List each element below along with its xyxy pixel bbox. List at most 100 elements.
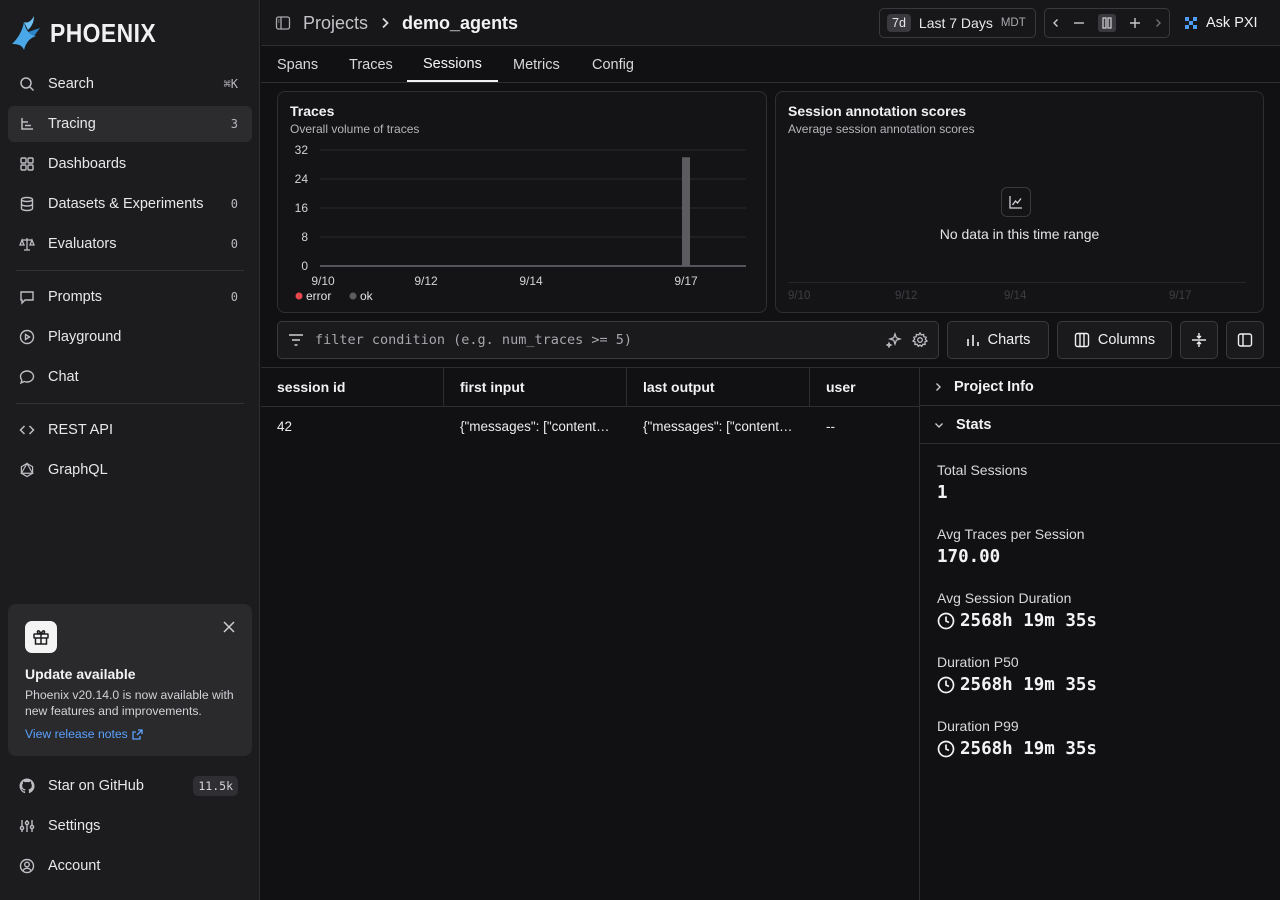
sidebar-toggle-icon[interactable] (275, 15, 291, 31)
cell-last-output-text: {"messages": ["content": "… (643, 418, 795, 434)
breadcrumb-current-project: demo_agents (402, 12, 519, 33)
time-step-controls (1044, 8, 1170, 38)
sessions-table: session id first input last output user … (261, 367, 919, 900)
empty-state-message: No data in this time range (939, 226, 1100, 242)
panel-right-icon (1237, 332, 1253, 348)
toggle-details-panel-button[interactable] (1226, 321, 1264, 359)
pxi-icon (1184, 16, 1198, 30)
sidebar-item-datasets[interactable]: Datasets & Experiments 0 (8, 186, 252, 222)
sidebar-item-label: Playground (48, 329, 122, 345)
x-tick-label: 9/12 (414, 274, 438, 288)
tab-metrics[interactable]: Metrics (513, 47, 560, 82)
count-badge: 0 (230, 237, 238, 251)
sidebar-item-search[interactable]: Search ⌘K (8, 66, 252, 102)
sidebar: PHOENIX Search ⌘K Tracing 3 Dashboards D… (0, 0, 260, 900)
filter-input[interactable] (315, 332, 886, 348)
sparkle-icon[interactable] (886, 332, 902, 348)
sidebar-item-tracing[interactable]: Tracing 3 (8, 106, 252, 142)
search-icon (19, 76, 35, 92)
annotation-x-tick: 9/12 (895, 290, 918, 302)
shortcut-hint: ⌘K (223, 77, 238, 91)
sidebar-item-graphql[interactable]: GraphQL (8, 452, 252, 488)
close-icon[interactable] (223, 621, 235, 633)
count-badge: 0 (230, 290, 238, 304)
breadcrumb-projects[interactable]: Projects (303, 13, 368, 34)
columns-icon (1074, 332, 1090, 348)
y-tick-label: 16 (295, 201, 309, 215)
tab-spans[interactable]: Spans (277, 47, 318, 82)
settings-icon[interactable] (912, 332, 928, 348)
tab-sessions[interactable]: Sessions (407, 47, 498, 82)
stat-value: 2568h 19m 35s (960, 611, 1097, 631)
ask-pxi-button[interactable]: Ask PXI (1184, 8, 1258, 38)
y-tick-label: 0 (301, 259, 308, 273)
stats-section-header[interactable]: Stats (920, 406, 1280, 444)
sidebar-item-evaluators[interactable]: Evaluators 0 (8, 226, 252, 262)
sidebar-item-label: Prompts (48, 289, 102, 305)
minus-icon[interactable] (1073, 17, 1085, 29)
sidebar-item-label: Account (48, 858, 101, 874)
playground-icon (19, 329, 35, 345)
sidebar-item-settings[interactable]: Settings (8, 808, 252, 844)
stat-value-row: 2568h 19m 35s (937, 739, 1097, 759)
clock-icon (937, 612, 955, 630)
release-notes-link[interactable]: View release notes (25, 727, 235, 741)
scale-icon (19, 236, 35, 252)
stat-duration-p50: Duration P50 2568h 19m 35s (937, 654, 1097, 695)
stat-value-row: 2568h 19m 35s (937, 675, 1097, 695)
x-tick-label: 9/10 (311, 274, 335, 288)
dashboards-icon (19, 156, 35, 172)
cell-first-input-text: {"messages": ["content": "… (460, 418, 612, 434)
settings-icon (19, 818, 35, 834)
database-icon (19, 196, 35, 212)
chevron-right-icon (934, 382, 942, 392)
columns-button[interactable]: Columns (1057, 321, 1172, 359)
gift-icon (25, 621, 57, 653)
chevron-left-icon[interactable] (1052, 18, 1060, 28)
sidebar-item-prompts[interactable]: Prompts 0 (8, 279, 252, 315)
sidebar-item-github[interactable]: Star on GitHub 11.5k (8, 768, 252, 804)
breadcrumb: Projects demo_agents (275, 0, 518, 46)
ask-pxi-label: Ask PXI (1206, 15, 1258, 31)
chevron-right-icon (380, 17, 390, 29)
release-notes-label: View release notes (25, 727, 128, 741)
pause-icon[interactable] (1097, 14, 1116, 32)
bar-ok (682, 157, 690, 266)
project-info-section-header[interactable]: Project Info (920, 368, 1280, 406)
sidebar-item-rest-api[interactable]: REST API (8, 412, 252, 448)
tab-config[interactable]: Config (592, 47, 634, 82)
project-info-title: Project Info (954, 378, 1034, 395)
time-range-picker[interactable]: 7d Last 7 Days MDT (879, 8, 1036, 38)
bar-chart-icon (966, 333, 980, 347)
time-range-label: Last 7 Days (918, 15, 993, 31)
stat-value: 1 (937, 483, 948, 503)
graphql-icon (19, 462, 35, 478)
chevron-right-icon[interactable] (1154, 18, 1162, 28)
sidebar-divider (16, 403, 244, 404)
stat-label: Duration P99 (937, 718, 1019, 734)
table-row[interactable]: 42 {"messages": ["content": "… {"message… (261, 368, 919, 445)
tab-traces[interactable]: Traces (349, 47, 393, 82)
sidebar-item-playground[interactable]: Playground (8, 319, 252, 355)
phoenix-logo[interactable]: PHOENIX (10, 14, 171, 52)
traces-bar-chart: 0 8 16 24 32 9/10 9/12 9/14 9/17 error ok (295, 143, 746, 303)
cell-last-output: {"messages": ["content": "… (627, 407, 795, 445)
charts-button[interactable]: Charts (947, 321, 1049, 359)
sidebar-item-chat[interactable]: Chat (8, 359, 252, 395)
stat-avg-duration: Avg Session Duration 2568h 19m 35s (937, 590, 1097, 631)
external-link-icon (132, 728, 143, 740)
update-title: Update available (25, 666, 136, 682)
annotation-x-tick: 9/14 (1004, 290, 1027, 302)
x-tick-label: 9/14 (519, 274, 543, 288)
top-bar: Projects demo_agents 7d Last 7 Days MDT … (261, 0, 1280, 46)
sidebar-item-dashboards[interactable]: Dashboards (8, 146, 252, 182)
plus-icon[interactable] (1129, 17, 1141, 29)
annotation-axis-line (788, 282, 1246, 283)
sidebar-item-account[interactable]: Account (8, 848, 252, 884)
row-density-button[interactable] (1180, 321, 1218, 359)
y-tick-label: 32 (295, 143, 309, 157)
cell-session-id[interactable]: 42 (261, 407, 444, 445)
filter-bar (277, 321, 939, 359)
tracing-icon (19, 116, 35, 132)
stat-label: Total Sessions (937, 462, 1028, 478)
